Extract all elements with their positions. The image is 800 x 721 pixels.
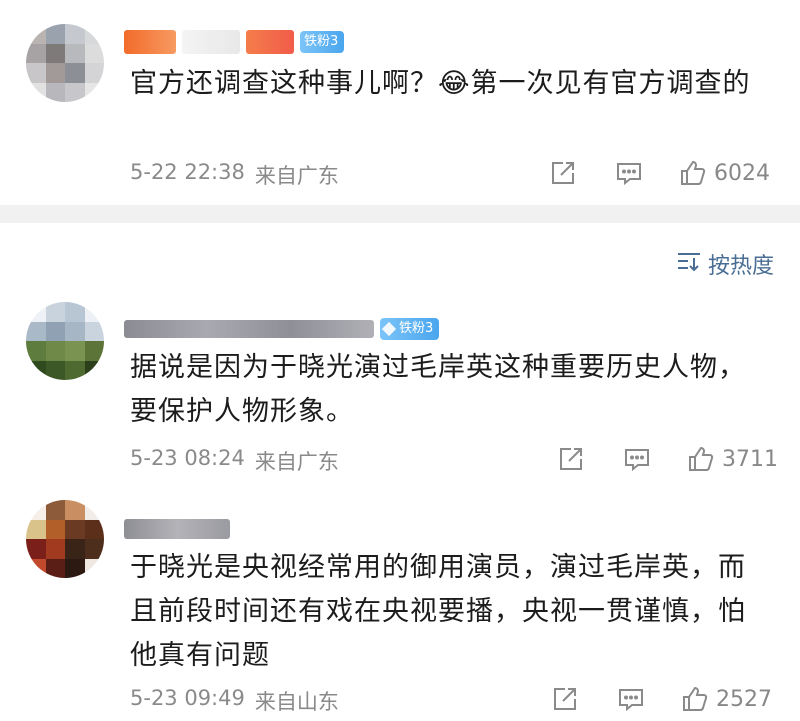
- comment-location: 来自山东: [254, 690, 339, 714]
- comment-location: 来自广东: [254, 164, 339, 188]
- section-divider: [0, 205, 800, 223]
- username-blurred[interactable]: [124, 320, 374, 338]
- comment-text: 于晓光是央视经常用的御用演员，演过毛岸英，而且前段时间还有戏在央视要播，央视一贯…: [130, 552, 746, 671]
- share-icon[interactable]: [556, 444, 586, 474]
- share-icon[interactable]: [550, 684, 580, 714]
- like-count: 6024: [714, 160, 770, 186]
- fan-badge[interactable]: 铁粉3: [380, 318, 440, 340]
- thumbs-up-icon[interactable]: [686, 444, 716, 474]
- comment-icon[interactable]: [616, 684, 646, 714]
- comment-text: 官方还调查这种事儿啊？😂第一次见有官方调查的: [130, 68, 751, 99]
- username-blurred[interactable]: [124, 30, 176, 54]
- comment-text: 据说是因为于晓光演过毛岸英这种重要历史人物，要保护人物形象。: [130, 352, 746, 427]
- comment-meta: 5-23 08:24 来自广东: [130, 446, 339, 476]
- like-count: 2527: [716, 686, 772, 712]
- username-blurred[interactable]: [246, 30, 294, 54]
- comment-meta: 5-22 22:38 来自广东: [130, 160, 339, 190]
- username-blurred[interactable]: [124, 519, 230, 539]
- username-row[interactable]: [124, 515, 230, 543]
- share-icon[interactable]: [548, 158, 578, 188]
- username-blurred[interactable]: [182, 30, 240, 54]
- avatar[interactable]: [26, 24, 104, 102]
- comment-icon[interactable]: [614, 158, 644, 188]
- comment-time: 5-23 09:49: [130, 686, 245, 710]
- comment-time: 5-23 08:24: [130, 446, 245, 470]
- comment-actions: 6024: [548, 158, 770, 188]
- comment-actions: 2527: [550, 684, 772, 714]
- comment-time: 5-22 22:38: [130, 160, 245, 184]
- thumbs-up-icon[interactable]: [678, 158, 708, 188]
- comment-actions: 3711: [556, 444, 778, 474]
- comment-location: 来自广东: [254, 450, 339, 474]
- diamond-icon: [381, 321, 397, 337]
- sort-toggle[interactable]: 按热度: [676, 248, 774, 280]
- username-row[interactable]: 铁粉3: [124, 28, 345, 56]
- avatar[interactable]: [26, 302, 104, 380]
- thumbs-up-icon[interactable]: [680, 684, 710, 714]
- comment-meta: 5-23 09:49 来自山东: [130, 686, 339, 716]
- comment-icon[interactable]: [622, 444, 652, 474]
- like-count: 3711: [722, 446, 778, 472]
- sort-icon: [676, 249, 702, 279]
- fan-badge[interactable]: 铁粉3: [300, 31, 345, 53]
- avatar[interactable]: [26, 500, 104, 578]
- username-row[interactable]: 铁粉3: [124, 315, 440, 343]
- sort-label: 按热度: [707, 254, 774, 279]
